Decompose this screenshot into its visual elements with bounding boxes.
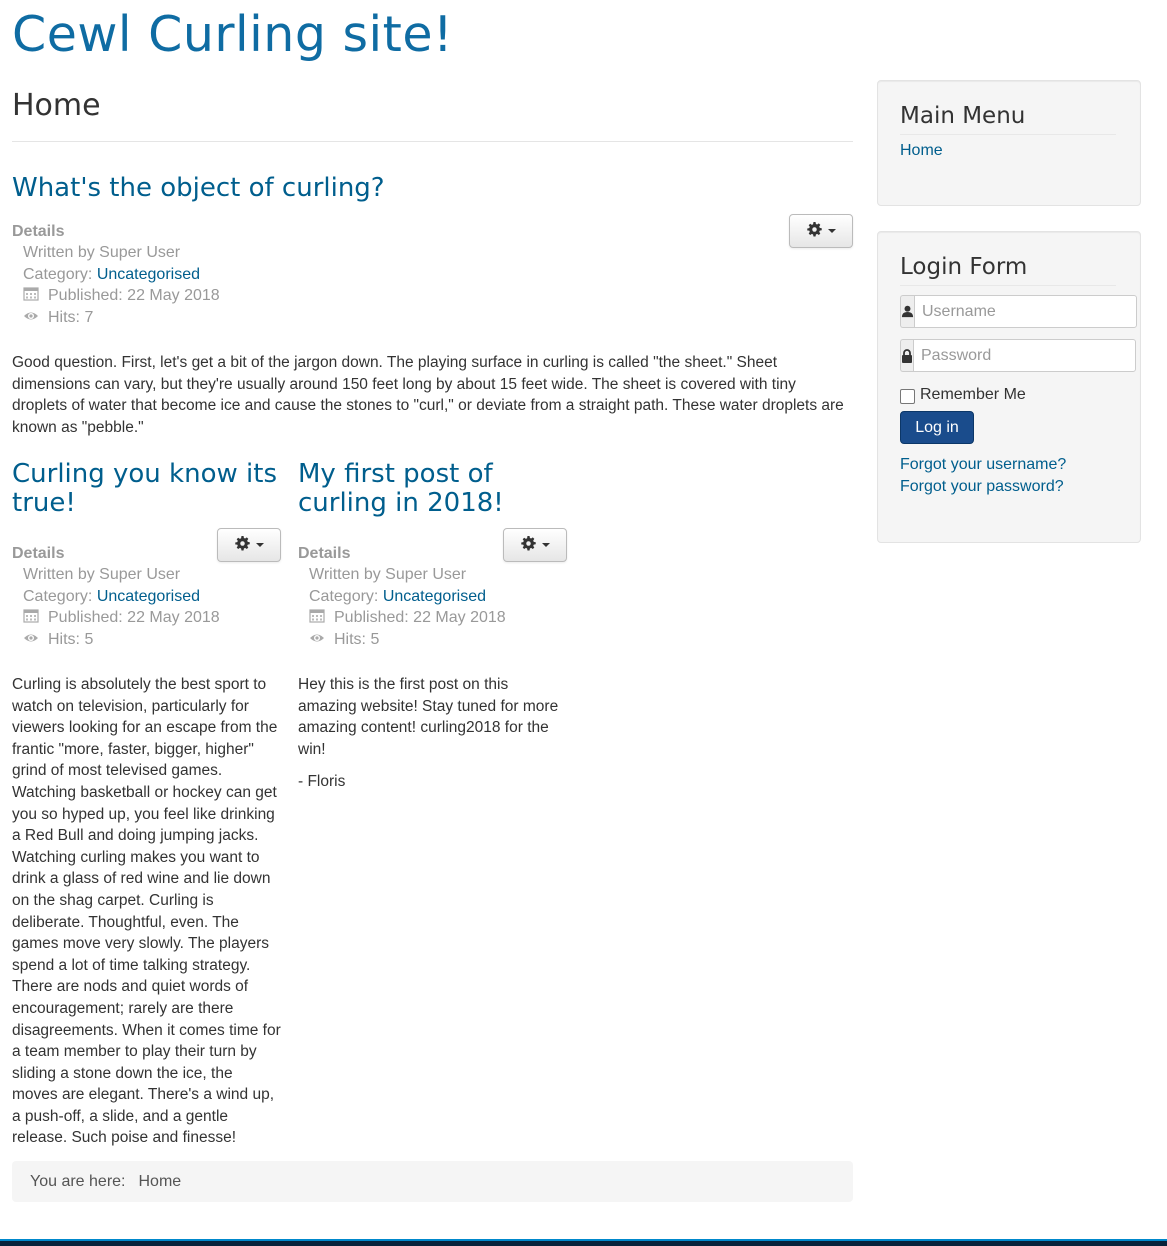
hits-count: Hits: 5 — [48, 630, 94, 648]
author-info: Written by Super User — [23, 566, 181, 583]
main-menu-module: Main Menu Home — [877, 80, 1141, 206]
hits-info: Hits: 5 — [23, 629, 282, 651]
username-group — [900, 295, 1137, 328]
login-button[interactable]: Log in — [900, 411, 974, 444]
gear-icon — [234, 535, 250, 555]
author-info: Written by Super User — [23, 244, 181, 261]
details-label: Details — [12, 223, 65, 240]
category-label: Category: — [23, 587, 93, 605]
login-title: Login Form — [900, 254, 1116, 286]
category-label: Category: — [309, 587, 379, 605]
category-info: Category: Uncategorised — [309, 586, 568, 608]
article-title[interactable]: Curling you know its true! — [12, 460, 282, 518]
calendar-icon — [309, 608, 325, 623]
article-details: Details Written by Super User Category: … — [12, 221, 853, 328]
page-title: Home — [12, 88, 101, 123]
remember-checkbox[interactable] — [900, 389, 915, 404]
eye-icon — [23, 308, 39, 322]
published-date: Published: 22 May 2018 — [48, 609, 220, 626]
login-module: Login Form Remember Me Log in Forgot you… — [877, 231, 1141, 543]
article-tools-button[interactable] — [217, 528, 281, 562]
hits-info: Hits: 5 — [309, 629, 568, 651]
article-body: Good question. First, let's get a bit of… — [12, 354, 844, 436]
author-info: Written by Super User — [309, 566, 467, 583]
article-2: Curling you know its true! Details Writt… — [12, 460, 282, 1149]
hits-count: Hits: 7 — [48, 308, 94, 326]
gear-icon — [520, 535, 536, 555]
caret-down-icon — [541, 543, 550, 547]
article-title[interactable]: My first post of curling in 2018! — [298, 460, 568, 518]
published-info: Published: 22 May 2018 — [23, 285, 853, 307]
published-info: Published: 22 May 2018 — [23, 607, 282, 629]
caret-down-icon — [827, 229, 836, 233]
calendar-icon — [23, 608, 39, 623]
article-1: What's the object of curling? Details Wr… — [12, 174, 853, 438]
category-link[interactable]: Uncategorised — [383, 588, 486, 605]
gear-icon — [806, 221, 822, 241]
eye-icon — [23, 630, 39, 644]
article-body: Hey this is the first post on this amazi… — [298, 676, 559, 758]
hits-count: Hits: 5 — [334, 630, 380, 648]
article-title[interactable]: What's the object of curling? — [12, 174, 853, 203]
user-icon — [900, 295, 914, 328]
site-title[interactable]: Cewl Curling site! — [12, 6, 453, 63]
breadcrumb: You are here: Home — [12, 1161, 853, 1202]
password-input[interactable] — [913, 339, 1136, 372]
category-link[interactable]: Uncategorised — [97, 588, 200, 605]
breadcrumb-current: Home — [138, 1172, 182, 1190]
eye-icon — [309, 630, 325, 644]
article-signature: - Floris — [298, 773, 346, 791]
article-tools-button[interactable] — [503, 528, 567, 562]
published-info: Published: 22 May 2018 — [309, 607, 568, 629]
forgot-password-link[interactable]: Forgot your password? — [900, 478, 1064, 496]
hits-info: Hits: 7 — [23, 307, 853, 329]
menu-item-home[interactable]: Home — [900, 142, 943, 160]
category-info: Category: Uncategorised — [23, 264, 853, 286]
calendar-icon — [23, 286, 39, 301]
published-date: Published: 22 May 2018 — [334, 609, 506, 626]
category-info: Category: Uncategorised — [23, 586, 282, 608]
remember-me[interactable]: Remember Me — [900, 386, 1026, 404]
article-3: My first post of curling in 2018! Detail… — [298, 460, 568, 793]
username-input[interactable] — [914, 295, 1137, 328]
lock-icon — [900, 339, 913, 372]
breadcrumb-prefix: You are here: — [30, 1172, 126, 1190]
article-body: Curling is absolutely the best sport to … — [12, 676, 281, 1147]
article-tools-button[interactable] — [789, 214, 853, 248]
forgot-username-link[interactable]: Forgot your username? — [900, 456, 1066, 474]
category-label: Category: — [23, 265, 93, 283]
caret-down-icon — [255, 543, 264, 547]
main-menu-title: Main Menu — [900, 103, 1116, 135]
remember-label: Remember Me — [920, 386, 1026, 403]
category-link[interactable]: Uncategorised — [97, 266, 200, 283]
password-group — [900, 339, 1136, 372]
page-header: Home — [12, 88, 853, 142]
footer-bar — [0, 1239, 1167, 1246]
published-date: Published: 22 May 2018 — [48, 287, 220, 304]
